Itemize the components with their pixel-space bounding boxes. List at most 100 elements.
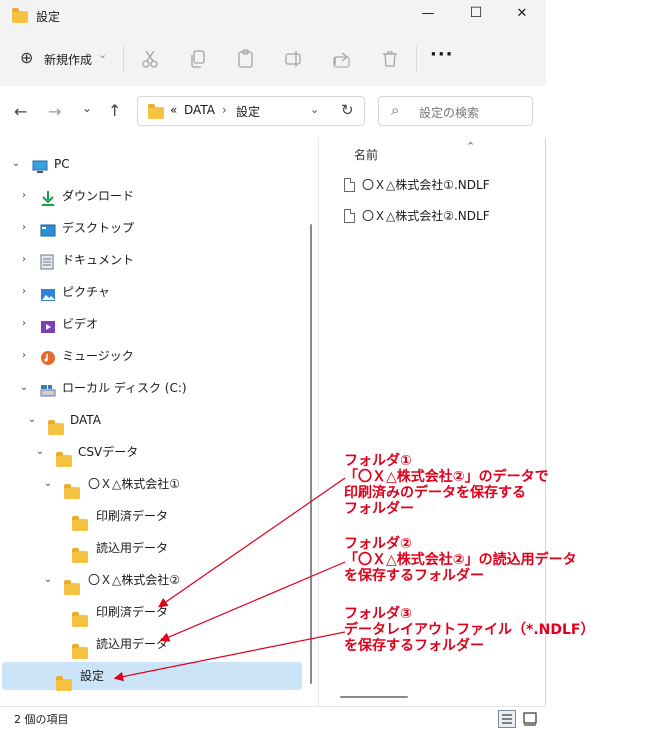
tree-item[interactable]: ⌄ ローカル ディスク (C:) [2,374,302,402]
tree-item[interactable]: ⌄ 〇Ｘ△株式会社① [2,470,302,499]
chevron-right-icon[interactable]: › [18,342,30,370]
tree-item-label: 印刷済データ [96,605,169,619]
back-button[interactable]: ← [14,102,27,121]
refresh-button[interactable]: ↻ [341,101,354,119]
navigation-pane-scrollbar[interactable] [310,224,312,684]
chevron-down-icon[interactable]: ⌄ [42,470,54,498]
file-name: 〇Ｘ△株式会社②.NDLF [362,209,490,223]
chevron-right-icon[interactable]: › [18,182,30,210]
maximize-button[interactable]: ☐ [466,5,486,21]
pictures-icon [40,284,56,312]
tree-item-label: デスクトップ [62,221,135,235]
forward-button[interactable]: → [48,102,61,121]
file-item[interactable]: 〇Ｘ△株式会社②.NDLF [340,203,530,229]
tree-item-label: DATA [70,413,101,427]
desktop-icon [40,220,56,248]
tree-item[interactable]: ⌄ 〇Ｘ△株式会社② [2,566,302,595]
tree-item[interactable]: 印刷済データ [2,598,302,627]
tree-item[interactable]: › ミュージック [2,342,302,370]
breadcrumb-settings[interactable]: 設定 [236,103,260,120]
annotation-line: 「〇Ｘ△株式会社②」のデータで [344,469,549,485]
annotation-folder-2: フォルダ② 「〇Ｘ△株式会社②」の読込用データ を保存するフォルダー [344,536,577,584]
breadcrumb-separator: › [222,103,227,117]
videos-icon [40,316,56,344]
pane-divider [318,138,319,706]
chevron-down-icon[interactable]: ⌄ [18,374,30,402]
tree-item[interactable]: ⌄ PC [2,150,302,178]
details-view-icon[interactable] [498,710,516,728]
chevron-down-icon[interactable]: ⌄ [26,406,38,434]
tree-item[interactable]: ⌄ DATA [2,406,302,435]
status-bar: 2 個の項目 [0,706,546,731]
share-icon[interactable] [332,49,352,69]
new-button[interactable]: ⊕ 新規作成 ⌄ [14,46,118,72]
chevron-down-icon[interactable]: ⌄ [42,566,54,594]
address-bar[interactable]: « DATA › 設定 ⌄ ↻ [137,96,365,126]
toolbar-divider [416,46,417,72]
tree-item-label: 設定 [80,669,105,683]
annotation-line: フォルダ② [344,536,412,552]
breadcrumb-data[interactable]: DATA [184,103,215,117]
tree-item-label: ドキュメント [62,253,135,267]
download-icon [40,188,56,216]
search-box[interactable]: ⌕ 設定の検索 [378,96,533,126]
tree-item-label: ピクチャ [62,285,110,299]
file-item[interactable]: 〇Ｘ△株式会社①.NDLF [340,172,530,198]
annotation-folder-3: フォルダ③ データレイアウトファイル（*.NDLF） を保存するフォルダー [344,606,594,654]
tiles-view-icon[interactable] [522,711,538,727]
tree-item[interactable]: › ダウンロード [2,182,302,210]
folder-icon [148,104,164,119]
tree-item-label: 〇Ｘ△株式会社① [88,477,180,491]
address-dropdown-button[interactable]: ⌄ [310,103,319,116]
chevron-right-icon[interactable]: › [18,278,30,306]
file-list-scrollbar[interactable] [340,696,408,698]
navigation-bar: ← → ⌄ ↑ « DATA › 設定 ⌄ ↻ ⌕ 設定の検索 [0,86,546,138]
tree-item[interactable]: › ドキュメント [2,246,302,274]
up-button[interactable]: ↑ [108,101,121,120]
tree-item[interactable]: 印刷済データ [2,502,302,531]
file-name: 〇Ｘ△株式会社①.NDLF [362,178,490,192]
new-button-label: 新規作成 [44,53,93,67]
tree-item[interactable]: 読込用データ [2,534,302,563]
item-count: 2 個の項目 [14,713,69,726]
rename-icon[interactable] [284,49,304,69]
chevron-down-icon[interactable]: ⌄ [34,438,46,466]
chevron-down-icon[interactable]: ⌄ [10,150,22,178]
recent-locations-button[interactable]: ⌄ [82,101,92,115]
music-icon [40,348,56,376]
tree-item-label: 印刷済データ [96,509,169,523]
paste-icon[interactable] [236,49,256,69]
tree-item[interactable]: 読込用データ [2,630,302,659]
more-options-button[interactable]: ··· [430,44,454,65]
tree-item-label: PC [54,157,70,171]
annotation-line: 「〇Ｘ△株式会社②」の読込用データ [344,552,577,568]
file-icon [344,178,355,192]
annotation-line: データレイアウトファイル（*.NDLF） [344,622,595,638]
cut-icon[interactable] [140,49,160,69]
tree-item[interactable]: › デスクトップ [2,214,302,242]
breadcrumb-overflow[interactable]: « [170,103,177,117]
delete-icon[interactable] [380,49,400,69]
minimize-button[interactable]: — [418,6,438,21]
tree-item[interactable]: 設定 [2,662,302,691]
close-button[interactable]: ✕ [512,6,532,21]
chevron-right-icon[interactable]: › [18,246,30,274]
sort-ascending-icon: ⌃ [466,140,476,153]
column-header-name[interactable]: 名前 [354,146,378,163]
search-input[interactable]: 設定の検索 [419,104,479,121]
disk-icon [40,380,56,408]
annotation-line: フォルダー [344,501,414,517]
tree-item[interactable]: › ピクチャ [2,278,302,306]
copy-icon[interactable] [188,49,208,69]
tree-item[interactable]: ⌄ CSVデータ [2,438,302,467]
chevron-right-icon[interactable]: › [18,214,30,242]
chevron-right-icon[interactable]: › [18,310,30,338]
command-bar: ⊕ 新規作成 ⌄ ··· [0,32,546,87]
toolbar-divider [123,46,124,72]
tree-item-label: ダウンロード [62,189,135,203]
annotation-line: を保存するフォルダー [344,568,484,584]
tree-item-label: ローカル ディスク (C:) [62,381,187,395]
tree-item[interactable]: › ビデオ [2,310,302,338]
folder-icon [12,8,28,23]
tree-item-label: 〇Ｘ△株式会社② [88,573,180,587]
